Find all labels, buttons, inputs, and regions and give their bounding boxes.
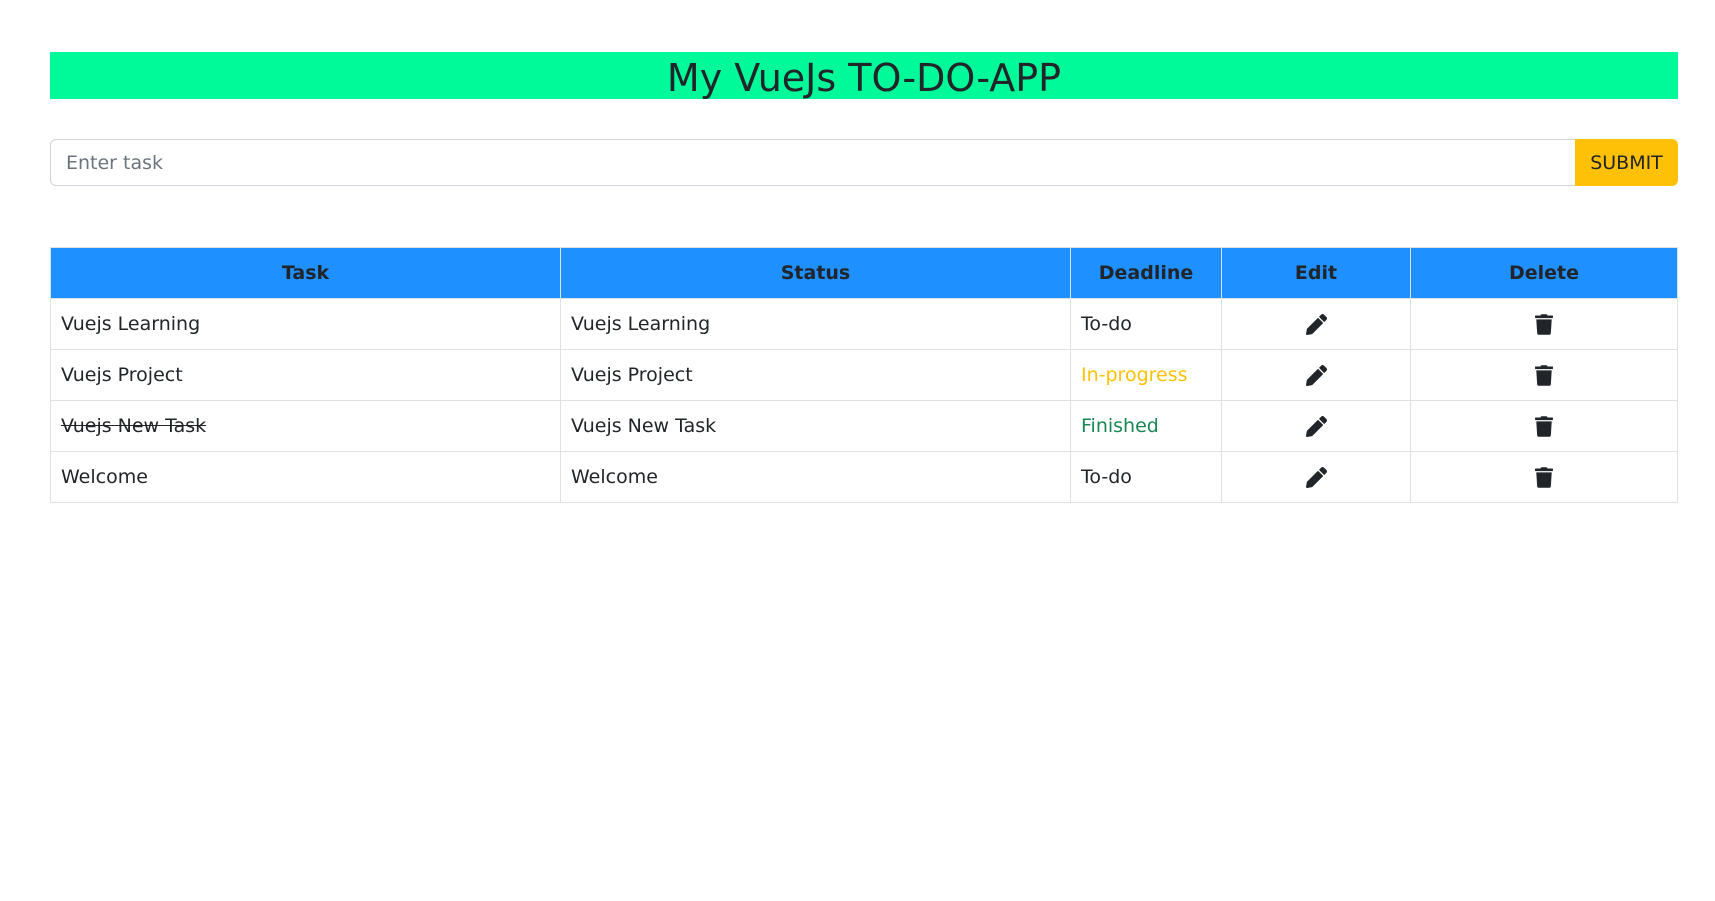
table-row: Vuejs Learning Vuejs Learning To-do xyxy=(50,298,1678,350)
app-container: My VueJs TO-DO-APP SUBMIT Task Status De… xyxy=(50,52,1678,503)
task-name[interactable]: Vuejs Learning xyxy=(50,298,561,350)
delete-cell xyxy=(1410,349,1678,401)
pencil-icon[interactable] xyxy=(1305,365,1327,387)
edit-cell xyxy=(1221,298,1411,350)
task-table: Task Status Deadline Edit Delete Vuejs L… xyxy=(50,247,1678,503)
column-header-deadline: Deadline xyxy=(1070,247,1222,299)
edit-cell xyxy=(1221,451,1411,503)
edit-cell xyxy=(1221,400,1411,452)
delete-cell xyxy=(1410,451,1678,503)
table-row: Welcome Welcome To-do xyxy=(50,451,1678,503)
column-header-status: Status xyxy=(560,247,1071,299)
table-header-row: Task Status Deadline Edit Delete xyxy=(50,247,1678,299)
trash-icon[interactable] xyxy=(1535,365,1553,386)
trash-icon[interactable] xyxy=(1535,467,1553,488)
pencil-icon[interactable] xyxy=(1305,314,1327,336)
pencil-icon[interactable] xyxy=(1305,467,1327,489)
task-deadline: Finished xyxy=(1070,400,1222,452)
task-name[interactable]: Welcome xyxy=(50,451,561,503)
task-status: Vuejs Project xyxy=(560,349,1071,401)
pencil-icon[interactable] xyxy=(1305,416,1327,438)
column-header-delete: Delete xyxy=(1410,247,1678,299)
task-form: SUBMIT xyxy=(50,139,1678,186)
submit-button[interactable]: SUBMIT xyxy=(1575,139,1678,186)
task-name[interactable]: Vuejs New Task xyxy=(50,400,561,452)
trash-icon[interactable] xyxy=(1535,416,1553,437)
task-status: Vuejs Learning xyxy=(560,298,1071,350)
trash-icon[interactable] xyxy=(1535,314,1553,335)
page-title: My VueJs TO-DO-APP xyxy=(50,52,1678,99)
task-status: Vuejs New Task xyxy=(560,400,1071,452)
task-status: Welcome xyxy=(560,451,1071,503)
edit-cell xyxy=(1221,349,1411,401)
task-deadline: To-do xyxy=(1070,298,1222,350)
table-row: Vuejs New Task Vuejs New Task Finished xyxy=(50,400,1678,452)
task-name[interactable]: Vuejs Project xyxy=(50,349,561,401)
task-input[interactable] xyxy=(50,139,1575,186)
delete-cell xyxy=(1410,298,1678,350)
delete-cell xyxy=(1410,400,1678,452)
column-header-edit: Edit xyxy=(1221,247,1411,299)
task-deadline: In-progress xyxy=(1070,349,1222,401)
task-deadline: To-do xyxy=(1070,451,1222,503)
column-header-task: Task xyxy=(50,247,561,299)
table-row: Vuejs Project Vuejs Project In-progress xyxy=(50,349,1678,401)
